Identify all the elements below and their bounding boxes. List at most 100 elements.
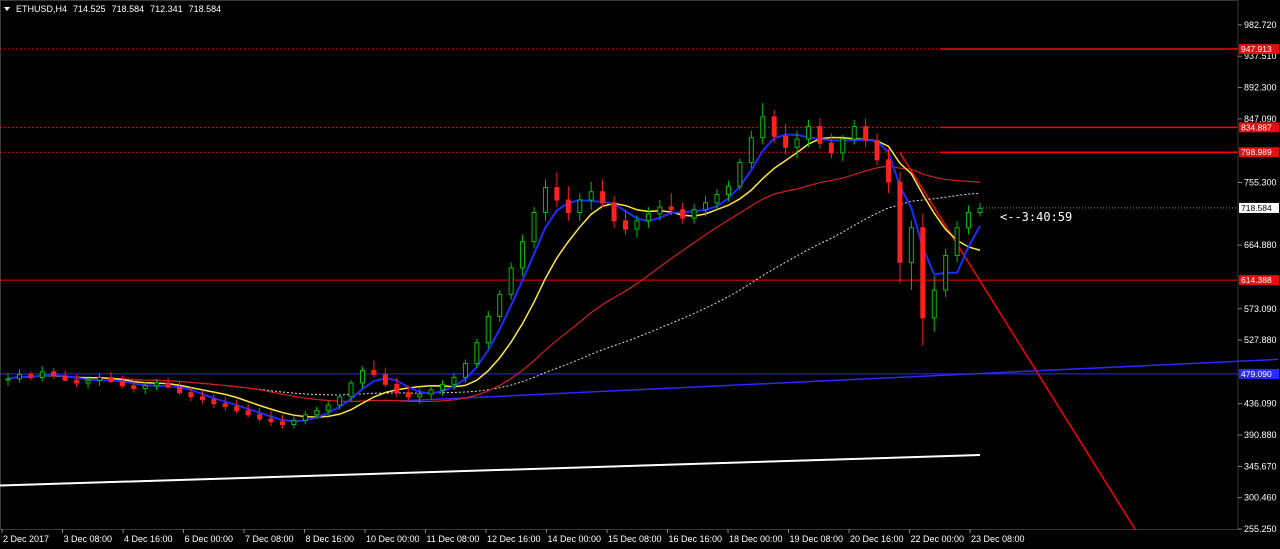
candle-body <box>783 135 789 148</box>
ma-slow-red <box>7 165 981 403</box>
candle-body <box>645 213 651 222</box>
candle-body <box>96 376 102 381</box>
x-tick-label: 19 Dec 08:00 <box>790 534 844 544</box>
candle-body <box>16 374 22 380</box>
candle-body <box>85 379 91 384</box>
candle-body <box>554 187 560 201</box>
candle-body <box>725 185 731 195</box>
blue-trendline <box>399 358 1279 402</box>
candle-body <box>394 383 400 394</box>
candle-body <box>920 227 926 319</box>
candle-body <box>302 414 308 421</box>
candle-body <box>565 199 571 213</box>
candle-body <box>497 293 503 317</box>
symbol-label: ETHUSD,H4 <box>16 4 68 14</box>
candle-body <box>908 227 914 263</box>
candle-body <box>577 199 583 213</box>
candle-body <box>851 126 857 140</box>
candle-body <box>485 315 491 344</box>
y-tick-label: 527.880 <box>1244 335 1277 345</box>
candle-body <box>748 137 754 164</box>
candle-body <box>39 371 45 378</box>
plot-frame <box>0 0 1239 530</box>
chart-title-bar: ETHUSD,H4 714.525 718.584 712.341 718.58… <box>4 4 221 14</box>
candle-body <box>5 378 11 381</box>
candle-body <box>531 211 537 243</box>
candle-body <box>222 403 228 408</box>
x-tick-label: 7 Dec 08:00 <box>245 534 294 544</box>
candle-body <box>588 191 594 201</box>
y-tick-label: 755.300 <box>1244 177 1277 187</box>
candle-body <box>279 421 285 426</box>
candle-body <box>623 220 629 230</box>
candle-body <box>600 191 606 204</box>
dropdown-triangle-icon[interactable] <box>4 7 10 11</box>
candle-body <box>428 389 434 395</box>
candle-body <box>542 187 548 213</box>
x-tick-label: 15 Dec 08:00 <box>608 534 662 544</box>
level-price-label: 798.989 <box>1241 147 1272 157</box>
y-tick-label: 982.720 <box>1244 20 1277 30</box>
y-tick-label: 436.090 <box>1244 399 1277 409</box>
candle-body <box>954 227 960 256</box>
candle-body <box>62 375 68 381</box>
y-tick-label: 390.880 <box>1244 430 1277 440</box>
close-value: 718.584 <box>188 4 222 14</box>
x-tick-label: 20 Dec 16:00 <box>850 534 904 544</box>
level-price-label: 947.913 <box>1241 44 1272 54</box>
x-tick-label: 11 Dec 08:00 <box>427 534 480 544</box>
candle-body <box>154 382 160 387</box>
long-ma-line <box>0 454 981 487</box>
candle-body <box>371 369 377 376</box>
level-price-label: 479.090 <box>1241 369 1272 379</box>
candle-body <box>165 382 171 388</box>
y-tick-label: 255.250 <box>1244 524 1277 534</box>
candle-body <box>897 181 903 263</box>
candle-body <box>211 399 217 405</box>
candle-body <box>462 363 468 378</box>
candle-body <box>188 392 194 398</box>
candle-body <box>977 207 983 213</box>
candle-body <box>451 376 457 385</box>
candle-body <box>760 116 766 139</box>
x-tick-label: 10 Dec 00:00 <box>366 534 420 544</box>
candle-body <box>382 374 388 385</box>
candle-body <box>108 376 114 383</box>
candle-body <box>840 138 846 154</box>
candle-body <box>348 382 354 398</box>
candle-body <box>520 241 526 269</box>
candle-body <box>142 385 148 390</box>
candle-body <box>828 142 834 154</box>
price-chart[interactable]: 982.720937.510892.300847.090755.300664.8… <box>0 0 1280 549</box>
candle-body <box>119 381 125 387</box>
candle-body <box>337 396 343 406</box>
x-tick-label: 22 Dec 00:00 <box>911 534 965 544</box>
candle-body <box>291 419 297 426</box>
candle-body <box>314 410 320 416</box>
candle-body <box>257 414 263 420</box>
candle-body <box>199 396 205 401</box>
candle-body <box>794 138 800 148</box>
candle-body <box>474 342 480 365</box>
candle-body <box>634 220 640 230</box>
candle-body <box>703 202 709 211</box>
x-tick-label: 8 Dec 16:00 <box>306 534 355 544</box>
x-tick-label: 16 Dec 16:00 <box>669 534 723 544</box>
candle-body <box>966 211 972 229</box>
candle-body <box>28 374 34 378</box>
x-tick-label: 3 Dec 08:00 <box>64 534 113 544</box>
candle-body <box>611 202 617 222</box>
candle-body <box>131 385 137 390</box>
level-price-label: 614.388 <box>1241 275 1272 285</box>
y-tick-label: 664.880 <box>1244 240 1277 250</box>
candle-body <box>874 139 880 161</box>
candle-body <box>177 386 183 394</box>
candle-body <box>417 393 423 398</box>
y-tick-label: 300.460 <box>1244 493 1277 503</box>
candle-body <box>931 289 937 319</box>
candle-body <box>886 159 892 183</box>
candle-body <box>234 406 240 412</box>
high-value: 718.584 <box>111 4 145 14</box>
x-tick-label: 6 Dec 00:00 <box>185 534 234 544</box>
level-price-label: 834.887 <box>1241 122 1272 132</box>
